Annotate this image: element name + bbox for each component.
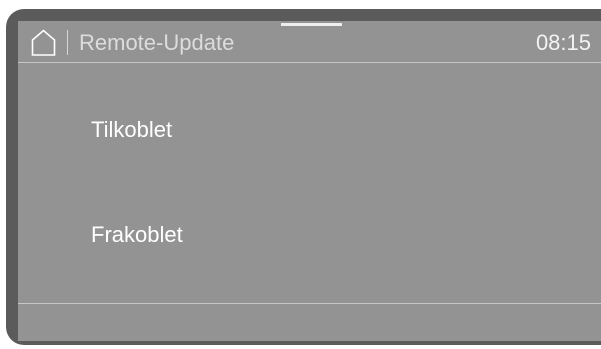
footer-divider [18,303,601,304]
header-separator [67,30,68,55]
display-screen: Remote-Update 08:15 Tilkoblet Frakoblet [18,21,601,341]
home-icon [31,29,56,56]
header-divider [18,62,601,63]
device-frame: Remote-Update 08:15 Tilkoblet Frakoblet [0,0,601,349]
option-disconnected[interactable]: Frakoblet [18,197,601,277]
home-button[interactable] [31,29,56,56]
page-title: Remote-Update [79,30,235,55]
clock: 08:15 [535,30,591,55]
option-label: Frakoblet [91,222,183,247]
header-bar: Remote-Update 08:15 [18,21,601,62]
option-connected[interactable]: Tilkoblet [18,87,601,167]
option-label: Tilkoblet [91,117,173,142]
